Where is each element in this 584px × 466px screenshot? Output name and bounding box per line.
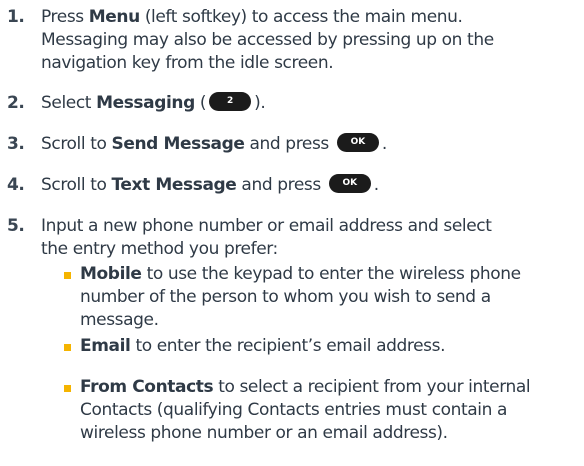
option-term: Email	[80, 336, 131, 356]
bullet-square-icon	[64, 272, 71, 279]
key-2-icon: 2	[209, 91, 252, 111]
text: to select a recipient from your internal	[213, 377, 531, 397]
menu-term: Menu	[88, 7, 140, 27]
bullet-square-icon	[64, 385, 71, 392]
step-number: 2.	[7, 93, 25, 113]
bullet-line: message.	[80, 310, 159, 330]
bullet-line: Email to enter the recipient’s email add…	[80, 335, 576, 358]
text: .	[381, 134, 387, 154]
bullet-square-icon	[64, 344, 71, 351]
option-term: From Contacts	[80, 377, 214, 397]
step-line: Messaging may also be accessed by pressi…	[41, 30, 494, 50]
messaging-term: Messaging	[96, 93, 195, 113]
text: and press	[236, 175, 326, 195]
text: (left softkey) to access the main menu.	[139, 7, 463, 27]
text: Scroll to	[41, 175, 112, 195]
bullet-item-email: Email to enter the recipient’s email add…	[80, 335, 576, 358]
step-line: Input a new phone number or email addres…	[41, 216, 492, 236]
step-text: Select Messaging (2).	[41, 91, 576, 115]
bullet-item-from-contacts: From Contacts to select a recipient from…	[80, 376, 576, 445]
bullet-line: Contacts (qualifying Contacts entries mu…	[80, 400, 508, 420]
step-line: navigation key from the idle screen.	[41, 53, 334, 73]
step-number: 5.	[7, 216, 25, 236]
text: .	[373, 175, 379, 195]
step-number: 4.	[7, 175, 25, 195]
send-message-term: Send Message	[111, 134, 245, 154]
step-number: 1.	[7, 7, 25, 27]
text: to use the keypad to enter the wireless …	[141, 264, 522, 284]
text-message-term: Text Message	[111, 175, 237, 195]
step-line: the entry method you prefer:	[41, 239, 278, 259]
text: to enter the recipient’s email address.	[130, 336, 446, 356]
bullet-line: wireless phone number or an email addres…	[80, 423, 448, 443]
ok-key-icon: OK	[336, 132, 379, 152]
step-text: Scroll to Text Message and press OK.	[41, 173, 576, 197]
ok-key-icon: OK	[328, 173, 371, 193]
step-text: Scroll to Send Message and press OK.	[41, 132, 576, 156]
bullet-line: Mobile to use the keypad to enter the wi…	[80, 263, 576, 286]
text: ).	[254, 93, 266, 113]
text: Select	[41, 93, 97, 113]
option-term: Mobile	[80, 264, 142, 284]
step-text: Input a new phone number or email addres…	[41, 215, 576, 261]
bullet-line: number of the person to whom you wish to…	[80, 287, 491, 307]
step-number: 3.	[7, 134, 25, 154]
text: (	[194, 93, 207, 113]
step-line: Press Menu (left softkey) to access the …	[41, 6, 576, 29]
text: Scroll to	[41, 134, 112, 154]
bullet-item-mobile: Mobile to use the keypad to enter the wi…	[80, 263, 576, 332]
bullet-line: From Contacts to select a recipient from…	[80, 376, 576, 399]
step-text: Press Menu (left softkey) to access the …	[41, 6, 576, 75]
text: Press	[41, 7, 89, 27]
text: and press	[244, 134, 334, 154]
instructions-document: 1. Press Menu (left softkey) to access t…	[0, 0, 584, 466]
